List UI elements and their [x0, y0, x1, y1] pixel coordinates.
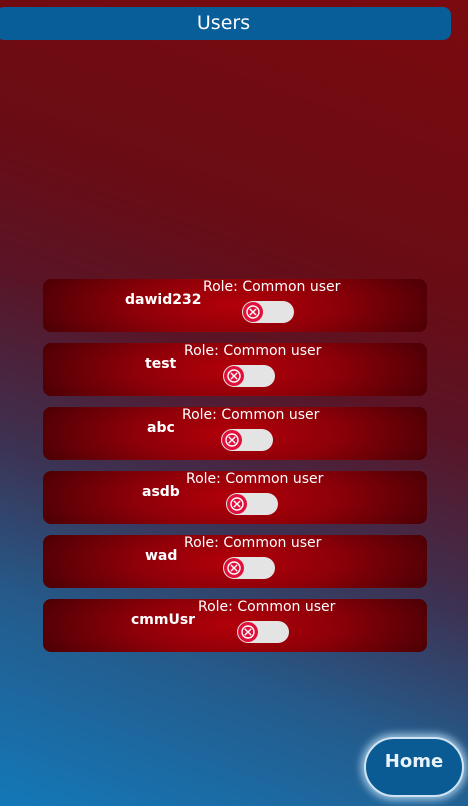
toggle-off-icon [227, 494, 247, 514]
user-name: cmmUsr [131, 612, 196, 628]
user-name: test [145, 356, 177, 372]
role-toggle[interactable] [237, 621, 289, 643]
user-role: Role: Common user [186, 471, 324, 487]
page-title-bar: Users [0, 7, 451, 40]
toggle-off-icon [224, 558, 244, 578]
user-row: abc Role: Common user [43, 407, 427, 460]
user-role: Role: Common user [203, 279, 341, 295]
user-name: wad [145, 548, 178, 564]
user-name: dawid232 [125, 292, 202, 308]
user-row: cmmUsr Role: Common user [43, 599, 427, 652]
user-row: asdb Role: Common user [43, 471, 427, 524]
user-list: dawid232 Role: Common user test Role: Co… [43, 279, 427, 663]
user-row: wad Role: Common user [43, 535, 427, 588]
user-row: dawid232 Role: Common user [43, 279, 427, 332]
role-toggle[interactable] [223, 365, 275, 387]
user-role: Role: Common user [198, 599, 336, 615]
toggle-off-icon [222, 430, 242, 450]
home-button-label: Home [384, 751, 444, 772]
user-role: Role: Common user [184, 343, 322, 359]
user-row: test Role: Common user [43, 343, 427, 396]
role-toggle[interactable] [221, 429, 273, 451]
role-toggle[interactable] [242, 301, 294, 323]
toggle-off-icon [243, 302, 263, 322]
page-title: Users [196, 12, 251, 34]
toggle-off-icon [238, 622, 258, 642]
user-name: abc [147, 420, 175, 436]
user-role: Role: Common user [184, 535, 322, 551]
toggle-off-icon [224, 366, 244, 386]
role-toggle[interactable] [223, 557, 275, 579]
user-name: asdb [142, 484, 180, 500]
home-button[interactable]: Home [364, 737, 464, 797]
user-role: Role: Common user [182, 407, 320, 423]
role-toggle[interactable] [226, 493, 278, 515]
